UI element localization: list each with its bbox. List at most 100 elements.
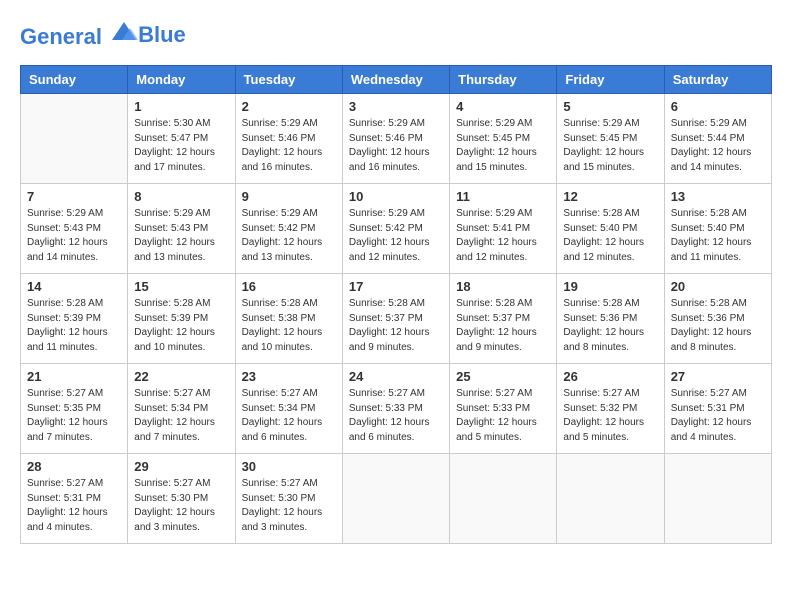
- day-info: Sunrise: 5:28 AMSunset: 5:40 PMDaylight:…: [563, 207, 657, 265]
- day-number: 10: [349, 189, 443, 204]
- calendar-week-row: 21 Sunrise: 5:27 AMSunset: 5:35 PMDayligh…: [21, 364, 772, 454]
- day-info: Sunrise: 5:30 AMSunset: 5:47 PMDaylight:…: [134, 117, 228, 175]
- day-number: 14: [27, 279, 121, 294]
- day-number: 28: [27, 459, 121, 474]
- day-info: Sunrise: 5:28 AMSunset: 5:37 PMDaylight:…: [456, 297, 550, 355]
- day-number: 29: [134, 459, 228, 474]
- weekday-header: Wednesday: [342, 66, 449, 94]
- day-info: Sunrise: 5:28 AMSunset: 5:36 PMDaylight:…: [563, 297, 657, 355]
- day-info: Sunrise: 5:27 AMSunset: 5:34 PMDaylight:…: [134, 387, 228, 445]
- calendar-day-cell: 25Sunrise: 5:27 AMSunset: 5:33 PMDayligh…: [450, 364, 557, 454]
- day-number: 18: [456, 279, 550, 294]
- day-number: 2: [242, 99, 336, 114]
- calendar-day-cell: 12 Sunrise: 5:28 AMSunset: 5:40 PMDayligh…: [557, 184, 664, 274]
- logo-blue: Blue: [138, 23, 186, 47]
- calendar-day-cell: 18 Sunrise: 5:28 AMSunset: 5:37 PMDayligh…: [450, 274, 557, 364]
- calendar-day-cell: 17Sunrise: 5:28 AMSunset: 5:37 PMDayligh…: [342, 274, 449, 364]
- day-number: 16: [242, 279, 336, 294]
- day-info: Sunrise: 5:29 AMSunset: 5:43 PMDaylight:…: [134, 207, 228, 265]
- calendar-day-cell: 4 Sunrise: 5:29 AMSunset: 5:45 PMDaylight…: [450, 94, 557, 184]
- calendar-header-row: SundayMondayTuesdayWednesdayThursdayFrid…: [21, 66, 772, 94]
- calendar-day-cell: 2 Sunrise: 5:29 AMSunset: 5:46 PMDaylight…: [235, 94, 342, 184]
- day-number: 4: [456, 99, 550, 114]
- calendar-day-cell: 14Sunrise: 5:28 AMSunset: 5:39 PMDayligh…: [21, 274, 128, 364]
- calendar-week-row: 1 Sunrise: 5:30 AMSunset: 5:47 PMDaylight…: [21, 94, 772, 184]
- day-info: Sunrise: 5:28 AMSunset: 5:37 PMDaylight:…: [349, 297, 443, 355]
- day-number: 11: [456, 189, 550, 204]
- day-info: Sunrise: 5:27 AMSunset: 5:33 PMDaylight:…: [349, 387, 443, 445]
- calendar-week-row: 28 Sunrise: 5:27 AMSunset: 5:31 PMDayligh…: [21, 454, 772, 544]
- weekday-header: Sunday: [21, 66, 128, 94]
- calendar-day-cell: 16 Sunrise: 5:28 AMSunset: 5:38 PMDayligh…: [235, 274, 342, 364]
- day-number: 9: [242, 189, 336, 204]
- day-info: Sunrise: 5:29 AMSunset: 5:45 PMDaylight:…: [456, 117, 550, 175]
- day-number: 1: [134, 99, 228, 114]
- logo-icon: [110, 20, 138, 44]
- day-number: 19: [563, 279, 657, 294]
- calendar-day-cell: 19 Sunrise: 5:28 AMSunset: 5:36 PMDayligh…: [557, 274, 664, 364]
- calendar-day-cell: 5 Sunrise: 5:29 AMSunset: 5:45 PMDaylight…: [557, 94, 664, 184]
- logo-text: General: [20, 20, 138, 49]
- calendar-day-cell: 7 Sunrise: 5:29 AMSunset: 5:43 PMDaylight…: [21, 184, 128, 274]
- calendar-day-cell: 1 Sunrise: 5:30 AMSunset: 5:47 PMDaylight…: [128, 94, 235, 184]
- day-info: Sunrise: 5:28 AMSunset: 5:40 PMDaylight:…: [671, 207, 765, 265]
- weekday-header: Monday: [128, 66, 235, 94]
- calendar-day-cell: [557, 454, 664, 544]
- day-info: Sunrise: 5:28 AMSunset: 5:38 PMDaylight:…: [242, 297, 336, 355]
- calendar-day-cell: 30Sunrise: 5:27 AMSunset: 5:30 PMDayligh…: [235, 454, 342, 544]
- calendar-day-cell: 10 Sunrise: 5:29 AMSunset: 5:42 PMDayligh…: [342, 184, 449, 274]
- calendar-day-cell: 9 Sunrise: 5:29 AMSunset: 5:42 PMDaylight…: [235, 184, 342, 274]
- calendar-day-cell: 21 Sunrise: 5:27 AMSunset: 5:35 PMDayligh…: [21, 364, 128, 454]
- day-number: 12: [563, 189, 657, 204]
- weekday-header: Tuesday: [235, 66, 342, 94]
- day-info: Sunrise: 5:29 AMSunset: 5:42 PMDaylight:…: [349, 207, 443, 265]
- day-info: Sunrise: 5:29 AMSunset: 5:46 PMDaylight:…: [242, 117, 336, 175]
- calendar-day-cell: 23Sunrise: 5:27 AMSunset: 5:34 PMDayligh…: [235, 364, 342, 454]
- day-number: 8: [134, 189, 228, 204]
- day-info: Sunrise: 5:28 AMSunset: 5:39 PMDaylight:…: [134, 297, 228, 355]
- calendar-day-cell: 27 Sunrise: 5:27 AMSunset: 5:31 PMDayligh…: [664, 364, 771, 454]
- calendar-day-cell: 11Sunrise: 5:29 AMSunset: 5:41 PMDayligh…: [450, 184, 557, 274]
- day-info: Sunrise: 5:29 AMSunset: 5:45 PMDaylight:…: [563, 117, 657, 175]
- day-info: Sunrise: 5:29 AMSunset: 5:46 PMDaylight:…: [349, 117, 443, 175]
- day-number: 13: [671, 189, 765, 204]
- day-info: Sunrise: 5:27 AMSunset: 5:34 PMDaylight:…: [242, 387, 336, 445]
- day-number: 24: [349, 369, 443, 384]
- weekday-header: Thursday: [450, 66, 557, 94]
- page-header: General Blue: [20, 20, 772, 49]
- calendar-day-cell: 28 Sunrise: 5:27 AMSunset: 5:31 PMDayligh…: [21, 454, 128, 544]
- day-info: Sunrise: 5:27 AMSunset: 5:30 PMDaylight:…: [134, 477, 228, 535]
- day-number: 3: [349, 99, 443, 114]
- day-number: 27: [671, 369, 765, 384]
- calendar-day-cell: [450, 454, 557, 544]
- day-number: 20: [671, 279, 765, 294]
- calendar-day-cell: 3 Sunrise: 5:29 AMSunset: 5:46 PMDaylight…: [342, 94, 449, 184]
- calendar-day-cell: 8 Sunrise: 5:29 AMSunset: 5:43 PMDaylight…: [128, 184, 235, 274]
- day-number: 26: [563, 369, 657, 384]
- calendar-day-cell: 26 Sunrise: 5:27 AMSunset: 5:32 PMDayligh…: [557, 364, 664, 454]
- calendar-day-cell: 15 Sunrise: 5:28 AMSunset: 5:39 PMDayligh…: [128, 274, 235, 364]
- logo: General Blue: [20, 20, 186, 49]
- day-info: Sunrise: 5:27 AMSunset: 5:30 PMDaylight:…: [242, 477, 336, 535]
- day-info: Sunrise: 5:27 AMSunset: 5:33 PMDaylight:…: [456, 387, 550, 445]
- day-number: 7: [27, 189, 121, 204]
- day-info: Sunrise: 5:27 AMSunset: 5:31 PMDaylight:…: [27, 477, 121, 535]
- calendar-day-cell: 24 Sunrise: 5:27 AMSunset: 5:33 PMDayligh…: [342, 364, 449, 454]
- calendar-week-row: 14 Sunrise: 5:28 AMSunset: 5:39 PMDayligh…: [21, 274, 772, 364]
- day-info: Sunrise: 5:27 AMSunset: 5:35 PMDaylight:…: [27, 387, 121, 445]
- day-info: Sunrise: 5:29 AMSunset: 5:44 PMDaylight:…: [671, 117, 765, 175]
- weekday-header: Saturday: [664, 66, 771, 94]
- day-number: 21: [27, 369, 121, 384]
- day-number: 6: [671, 99, 765, 114]
- day-info: Sunrise: 5:29 AMSunset: 5:43 PMDaylight:…: [27, 207, 121, 265]
- day-info: Sunrise: 5:28 AMSunset: 5:36 PMDaylight:…: [671, 297, 765, 355]
- calendar-day-cell: 6 Sunrise: 5:29 AMSunset: 5:44 PMDaylight…: [664, 94, 771, 184]
- day-info: Sunrise: 5:27 AMSunset: 5:32 PMDaylight:…: [563, 387, 657, 445]
- day-number: 5: [563, 99, 657, 114]
- day-number: 15: [134, 279, 228, 294]
- calendar-day-cell: 29 Sunrise: 5:27 AMSunset: 5:30 PMDayligh…: [128, 454, 235, 544]
- calendar-week-row: 7 Sunrise: 5:29 AMSunset: 5:43 PMDaylight…: [21, 184, 772, 274]
- calendar-day-cell: [342, 454, 449, 544]
- day-info: Sunrise: 5:29 AMSunset: 5:42 PMDaylight:…: [242, 207, 336, 265]
- day-info: Sunrise: 5:27 AMSunset: 5:31 PMDaylight:…: [671, 387, 765, 445]
